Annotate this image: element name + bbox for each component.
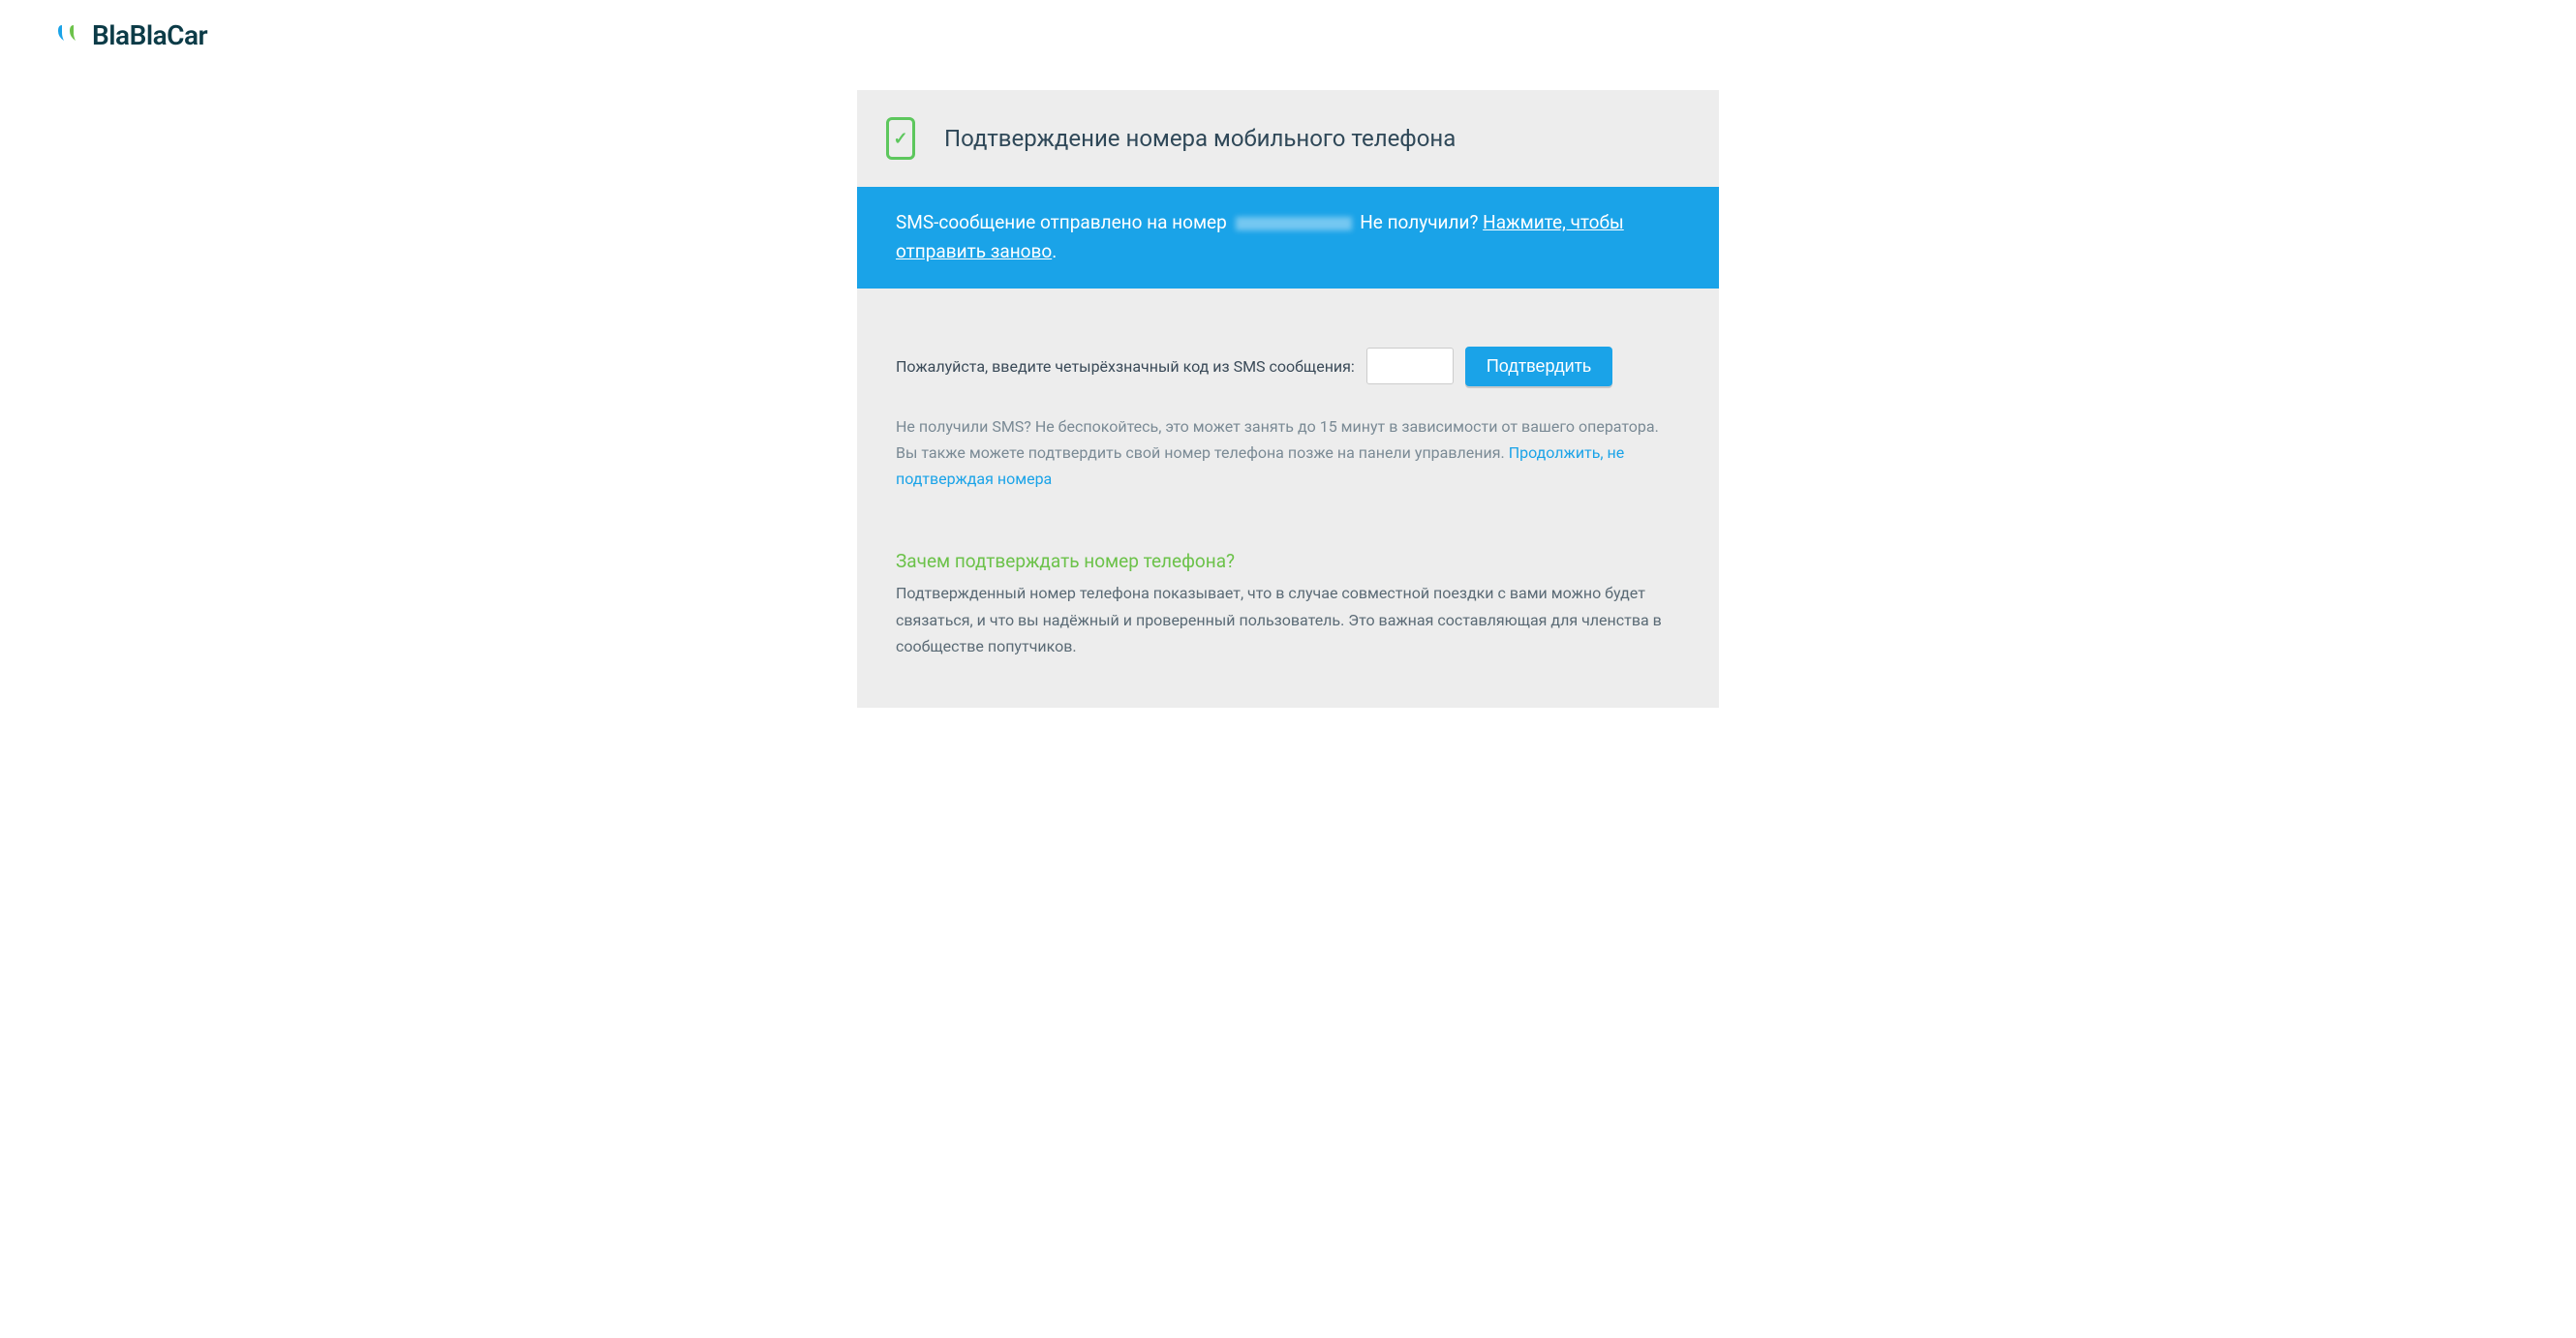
form-section: Пожалуйста, введите четырёхзначный код и… xyxy=(857,289,1719,522)
alert-sent-text: SMS-сообщение отправлено на номер xyxy=(896,211,1227,233)
alert-not-received: Не получили? xyxy=(1360,211,1478,233)
code-input[interactable] xyxy=(1366,348,1454,384)
sms-sent-alert: SMS-сообщение отправлено на номер Не пол… xyxy=(857,187,1719,289)
page-title: Подтверждение номера мобильного телефона xyxy=(944,125,1456,152)
why-title: Зачем подтверждать номер телефона? xyxy=(896,550,1680,572)
logo-text: BlaBlaCar xyxy=(92,19,207,51)
verification-card: ✓ Подтверждение номера мобильного телефо… xyxy=(857,90,1719,708)
confirm-button[interactable]: Подтвердить xyxy=(1465,347,1612,386)
phone-number-redacted xyxy=(1236,217,1352,230)
phone-verified-icon: ✓ xyxy=(886,117,915,160)
header: BlaBlaCar xyxy=(0,0,2576,71)
content-wrapper: ✓ Подтверждение номера мобильного телефо… xyxy=(0,71,2576,727)
why-section: Зачем подтверждать номер телефона? Подтв… xyxy=(857,521,1719,708)
code-form-row: Пожалуйста, введите четырёхзначный код и… xyxy=(896,347,1680,386)
help-text: Не получили SMS? Не беспокойтесь, это мо… xyxy=(896,413,1680,493)
logo[interactable]: BlaBlaCar xyxy=(54,19,2576,51)
logo-icon xyxy=(54,23,89,48)
card-header: ✓ Подтверждение номера мобильного телефо… xyxy=(857,90,1719,187)
code-input-label: Пожалуйста, введите четырёхзначный код и… xyxy=(896,357,1355,376)
why-text: Подтвержденный номер телефона показывает… xyxy=(896,580,1680,659)
checkmark-icon: ✓ xyxy=(893,129,907,149)
